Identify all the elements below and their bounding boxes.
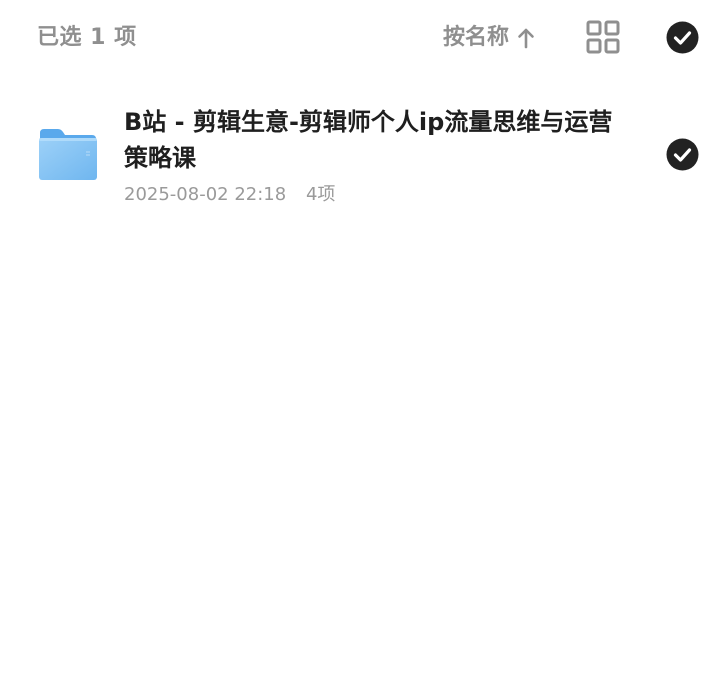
file-meta: 2025-08-02 22:18 4项 (124, 182, 335, 208)
file-modified-date: 2025-08-02 22:18 (124, 184, 287, 205)
file-list-item[interactable]: B站 - 剪辑生意-剪辑师个人ip流量思维与运营策略课 2025-08-02 2… (0, 98, 714, 218)
selection-toolbar: 已选 1 项 按名称 (0, 0, 714, 76)
select-all-check-icon[interactable] (666, 21, 699, 54)
file-name: B站 - 剪辑生意-剪辑师个人ip流量思维与运营策略课 (124, 108, 613, 172)
file-item-count: 4项 (305, 184, 336, 205)
sort-by-name-button[interactable]: 按名称 (443, 22, 535, 54)
folder-icon (38, 127, 98, 181)
grid-view-icon[interactable] (586, 20, 620, 54)
arrow-up-icon (517, 27, 535, 49)
sort-label: 按名称 (443, 25, 510, 50)
row-selected-check-icon[interactable] (666, 138, 699, 171)
selected-count-label: 已选 1 项 (37, 25, 137, 50)
